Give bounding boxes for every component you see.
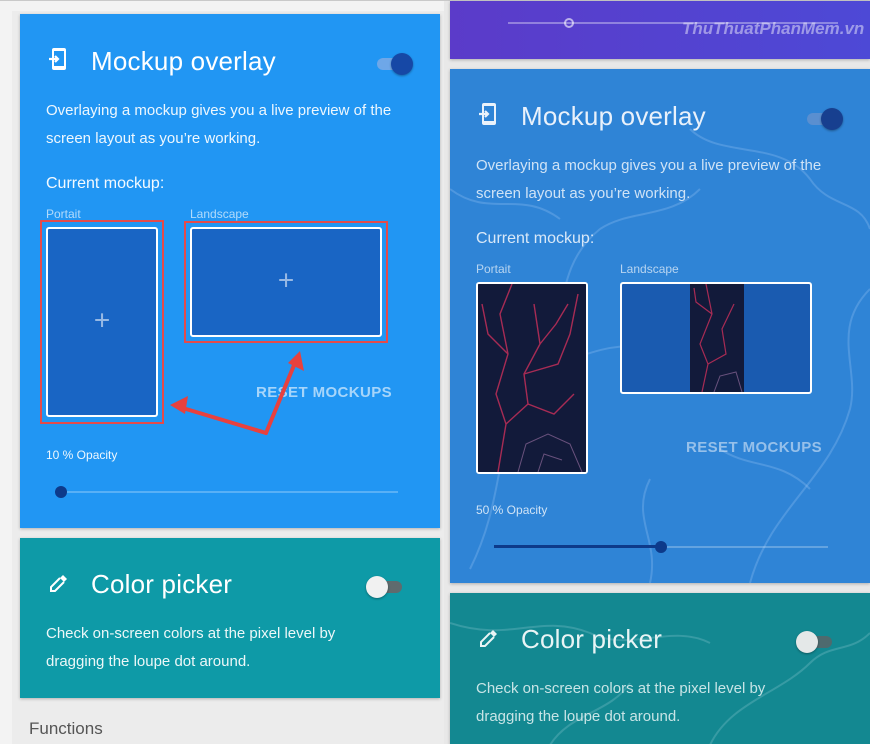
- phone-import-icon: [49, 48, 66, 70]
- toggle-thumb: [821, 108, 843, 130]
- landscape-highlight-box: [184, 221, 388, 343]
- mockup-overlay-toggle-preview[interactable]: [805, 107, 843, 130]
- opacity-label-preview: 50 % Opacity: [476, 503, 548, 517]
- description-line-1: Check on-screen colors at the pixel leve…: [476, 680, 766, 697]
- description-line-2: screen layout as you’re working.: [46, 130, 261, 147]
- slider-knob[interactable]: [655, 541, 667, 553]
- mockup-overlay-title: Mockup overlay: [91, 46, 276, 76]
- phone-import-icon: [479, 103, 496, 125]
- reset-mockups-button[interactable]: RESET MOCKUPS: [256, 384, 392, 401]
- description-line-2: dragging the loupe dot around.: [46, 653, 251, 670]
- portrait-highlight-box: [40, 220, 164, 424]
- mockup-overlay-toggle[interactable]: [375, 52, 413, 75]
- coral-image-landscape: [690, 284, 744, 392]
- mockup-overlay-title-preview: Mockup overlay: [521, 101, 706, 131]
- portrait-mockup-thumbnail[interactable]: [476, 282, 588, 474]
- portrait-label-preview: Portait: [476, 262, 511, 276]
- portrait-label: Portait: [46, 207, 81, 221]
- opacity-slider-preview[interactable]: [494, 539, 828, 555]
- previous-slider-knob[interactable]: [564, 18, 574, 28]
- slider-fill: [494, 545, 661, 548]
- functions-section-label: Functions: [29, 719, 103, 738]
- opacity-slider[interactable]: [55, 484, 398, 500]
- current-mockup-label: Current mockup:: [46, 175, 165, 192]
- color-picker-toggle[interactable]: [366, 575, 406, 598]
- coral-image-portrait: [478, 284, 586, 472]
- slider-knob[interactable]: [55, 486, 67, 498]
- landscape-mockup-thumbnail[interactable]: [620, 282, 812, 394]
- description-line-1: Overlaying a mockup gives you a live pre…: [46, 102, 392, 119]
- mockup-overlay-description: Overlaying a mockup gives you a live pre…: [46, 97, 391, 153]
- opacity-label: 10 % Opacity: [46, 448, 118, 462]
- screenshot-frame: Mockup overlay Overlaying a mockup gives…: [0, 0, 870, 744]
- color-picker-title-preview: Color picker: [521, 624, 663, 654]
- color-picker-description: Check on-screen colors at the pixel leve…: [46, 620, 335, 676]
- description-line-1: Overlaying a mockup gives you a live pre…: [476, 157, 822, 174]
- description-line-1: Check on-screen colors at the pixel leve…: [46, 625, 336, 642]
- description-line-2: screen layout as you’re working.: [476, 185, 691, 202]
- reset-mockups-button-preview[interactable]: RESET MOCKUPS: [686, 439, 822, 456]
- color-picker-toggle-preview[interactable]: [796, 630, 836, 653]
- mockup-overlay-description-preview: Overlaying a mockup gives you a live pre…: [476, 152, 821, 208]
- description-line-2: dragging the loupe dot around.: [476, 708, 681, 725]
- eyedropper-icon: [50, 575, 67, 592]
- current-mockup-label-preview: Current mockup:: [476, 230, 595, 247]
- color-picker-description-preview: Check on-screen colors at the pixel leve…: [476, 675, 765, 731]
- toggle-thumb: [366, 576, 388, 598]
- slider-rail: [58, 491, 398, 493]
- watermark-text: ThuThuatPhanMem.vn: [682, 19, 865, 38]
- landscape-label-preview: Landscape: [620, 262, 679, 276]
- toggle-thumb: [391, 53, 413, 75]
- color-picker-title: Color picker: [91, 569, 233, 599]
- eyedropper-icon: [480, 630, 497, 647]
- toggle-thumb: [796, 631, 818, 653]
- landscape-label: Landscape: [190, 207, 249, 221]
